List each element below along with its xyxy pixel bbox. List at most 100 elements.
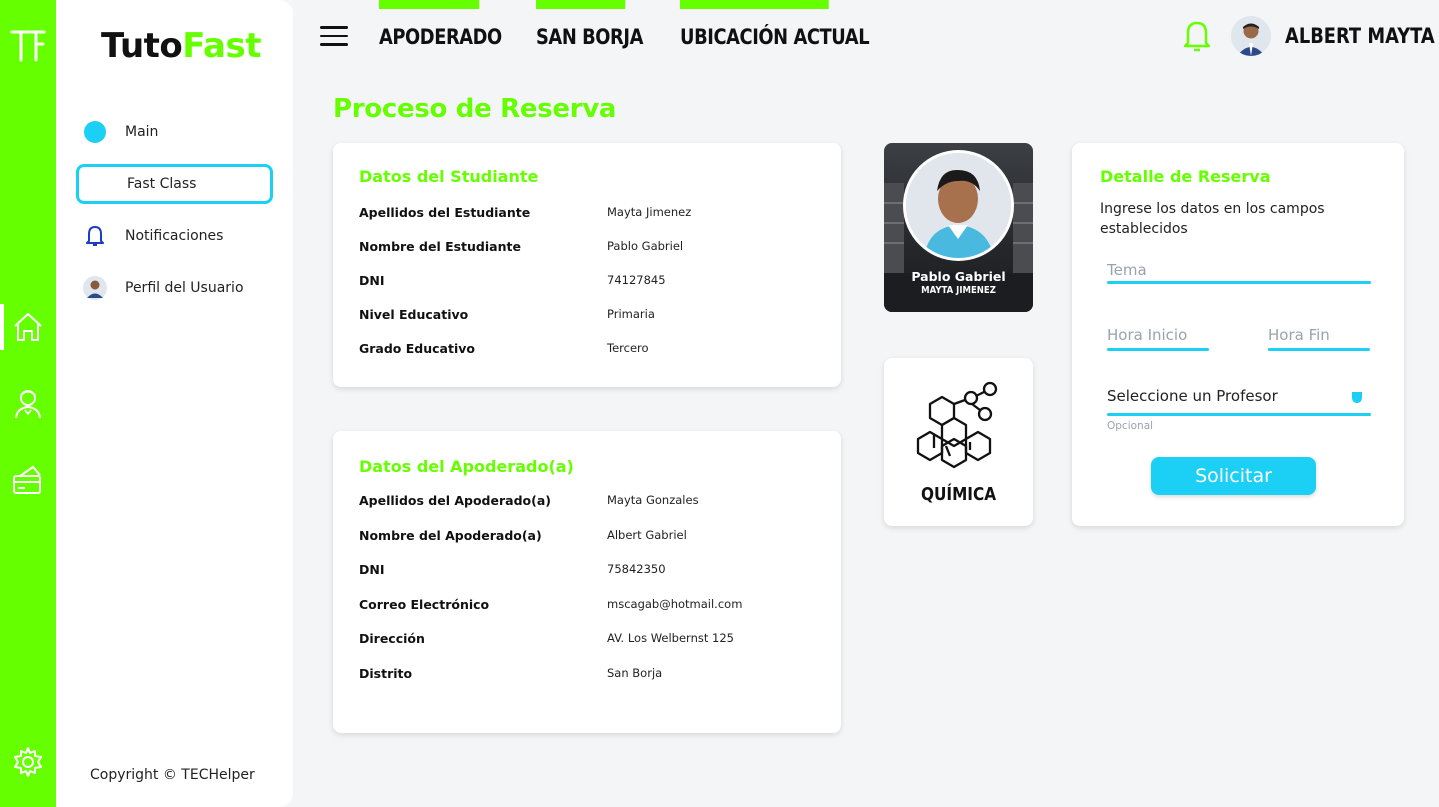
tutor-rail-button[interactable] xyxy=(0,378,56,428)
settings-rail-button[interactable] xyxy=(0,737,56,787)
tab-label: APODERADO xyxy=(379,25,502,49)
field-label: Dirección xyxy=(359,631,425,646)
hora-inicio-underline xyxy=(1107,348,1209,351)
field-value: Mayta Gonzales xyxy=(607,493,699,507)
profesor-select-value: Seleccione un Profesor xyxy=(1107,387,1278,405)
field-value: Primaria xyxy=(607,307,655,321)
brand-part2: Fast xyxy=(182,26,261,66)
sidebar-item-main[interactable]: Main xyxy=(76,112,273,152)
field-value: mscagab@hotmail.com xyxy=(607,597,743,611)
field-value: AV. Los Welbernst 125 xyxy=(607,631,734,645)
tutor-icon xyxy=(15,390,41,419)
profesor-underline xyxy=(1107,413,1371,416)
student-row: Apellidos del Estudiante Mayta Jimenez xyxy=(359,205,799,220)
student-row: Grado Educativo Tercero xyxy=(359,341,799,356)
subject-card[interactable]: QUÍMICA xyxy=(884,358,1033,526)
tema-input[interactable]: Tema xyxy=(1107,261,1371,285)
user-name[interactable]: ALBERT MAYTA xyxy=(1285,24,1435,48)
guardian-row: DNI 75842350 xyxy=(359,562,799,577)
user-avatar-icon xyxy=(83,276,107,300)
field-label: DNI xyxy=(359,562,385,577)
sidebar-item-fast-class[interactable]: Fast Class xyxy=(76,164,273,204)
bell-icon xyxy=(83,224,107,248)
guardian-row: Nombre del Apoderado(a) Albert Gabriel xyxy=(359,528,799,543)
student-photo-name: Pablo Gabriel xyxy=(911,269,1006,284)
home-rail-button[interactable] xyxy=(0,302,56,352)
dropdown-icon xyxy=(1352,392,1362,403)
field-value: Pablo Gabriel xyxy=(607,239,684,253)
payment-icon xyxy=(13,465,41,494)
settings-icon xyxy=(14,747,42,777)
notification-bell-icon[interactable] xyxy=(1181,18,1213,54)
student-photo-card: Pablo Gabriel MAYTA JIMENEZ xyxy=(884,143,1033,312)
copyright: Copyright © TECHelper xyxy=(90,767,255,783)
home-icon xyxy=(14,313,42,341)
brand-part1: Tuto xyxy=(101,26,183,66)
detail-subtitle: Ingrese los datos en los campos establec… xyxy=(1100,201,1325,237)
field-value: 74127845 xyxy=(607,273,666,287)
tab-indicator xyxy=(536,0,626,9)
sidebar-item-label: Fast Class xyxy=(127,176,197,192)
field-label: Grado Educativo xyxy=(359,341,475,356)
hora-fin-input[interactable]: Hora Fin xyxy=(1268,326,1370,352)
chemistry-molecule-icon xyxy=(916,381,998,469)
field-label: Distrito xyxy=(359,666,413,681)
sidebar-item-notificaciones[interactable]: Notificaciones xyxy=(76,216,273,256)
field-label: Apellidos del Estudiante xyxy=(359,205,531,220)
sidebar-item-label: Main xyxy=(125,124,159,140)
logo-icon xyxy=(10,30,46,62)
brand-logo: TutoFast xyxy=(101,26,261,66)
guardian-row: Correo Electrónico mscagab@hotmail.com xyxy=(359,597,799,612)
subject-label: QUÍMICA xyxy=(920,484,997,505)
sidebar: TutoFast Main Fast Class Notificaciones … xyxy=(56,0,293,807)
sidebar-item-perfil[interactable]: Perfil del Usuario xyxy=(76,268,273,308)
detail-card-title: Detalle de Reserva xyxy=(1100,167,1271,186)
field-label: Nombre del Apoderado(a) xyxy=(359,528,542,543)
hora-fin-underline xyxy=(1268,348,1370,351)
user-area: ALBERT MAYTA xyxy=(1181,14,1435,58)
hora-inicio-placeholder: Hora Inicio xyxy=(1107,326,1188,344)
page-title: Proceso de Reserva xyxy=(333,94,617,124)
guardian-row: Apellidos del Apoderado(a) Mayta Gonzales xyxy=(359,493,799,508)
tema-underline xyxy=(1107,281,1371,284)
guardian-row: Dirección AV. Los Welbernst 125 xyxy=(359,631,799,646)
dot-icon xyxy=(83,120,107,144)
hora-fin-placeholder: Hora Fin xyxy=(1268,326,1330,344)
solicitar-button[interactable]: Solicitar xyxy=(1151,457,1316,495)
field-label: DNI xyxy=(359,273,385,288)
student-row: DNI 74127845 xyxy=(359,273,799,288)
payment-rail-button[interactable] xyxy=(0,455,56,505)
sidebar-item-label: Notificaciones xyxy=(125,228,224,244)
hora-inicio-input[interactable]: Hora Inicio xyxy=(1107,326,1209,352)
field-value: Tercero xyxy=(607,341,649,355)
field-value: 75842350 xyxy=(607,562,666,576)
student-photo xyxy=(903,150,1014,261)
tab-apoderado[interactable]: APODERADO xyxy=(379,0,502,60)
guardian-card-title: Datos del Apoderado(a) xyxy=(359,457,574,476)
tab-indicator xyxy=(379,0,480,9)
student-card-title: Datos del Studiante xyxy=(359,167,539,186)
profesor-select[interactable]: Seleccione un Profesor xyxy=(1107,387,1371,417)
tab-ubicacion-actual[interactable]: UBICACIÓN ACTUAL xyxy=(680,0,870,60)
student-card: Datos del Studiante Apellidos del Estudi… xyxy=(333,143,841,387)
field-label: Correo Electrónico xyxy=(359,597,490,612)
student-photo-surname: MAYTA JIMENEZ xyxy=(921,285,996,296)
sidebar-item-label: Perfil del Usuario xyxy=(125,280,244,296)
icon-rail xyxy=(0,0,56,807)
hamburger-menu-button[interactable] xyxy=(320,26,348,50)
student-row: Nivel Educativo Primaria xyxy=(359,307,799,322)
field-value: San Borja xyxy=(607,666,663,680)
avatar[interactable] xyxy=(1231,16,1271,56)
tema-placeholder: Tema xyxy=(1107,261,1147,279)
tab-label: SAN BORJA xyxy=(536,25,643,49)
field-value: Mayta Jimenez xyxy=(607,205,692,219)
guardian-card: Datos del Apoderado(a) Apellidos del Apo… xyxy=(333,431,841,733)
tab-label: UBICACIÓN ACTUAL xyxy=(680,25,870,49)
reservation-detail-card: Detalle de Reserva Ingrese los datos en … xyxy=(1072,143,1404,526)
guardian-row: Distrito San Borja xyxy=(359,666,799,681)
profesor-hint: Opcional xyxy=(1107,420,1154,432)
field-label: Apellidos del Apoderado(a) xyxy=(359,493,551,508)
student-row: Nombre del Estudiante Pablo Gabriel xyxy=(359,239,799,254)
field-label: Nivel Educativo xyxy=(359,307,469,322)
tab-san-borja[interactable]: SAN BORJA xyxy=(536,0,643,60)
